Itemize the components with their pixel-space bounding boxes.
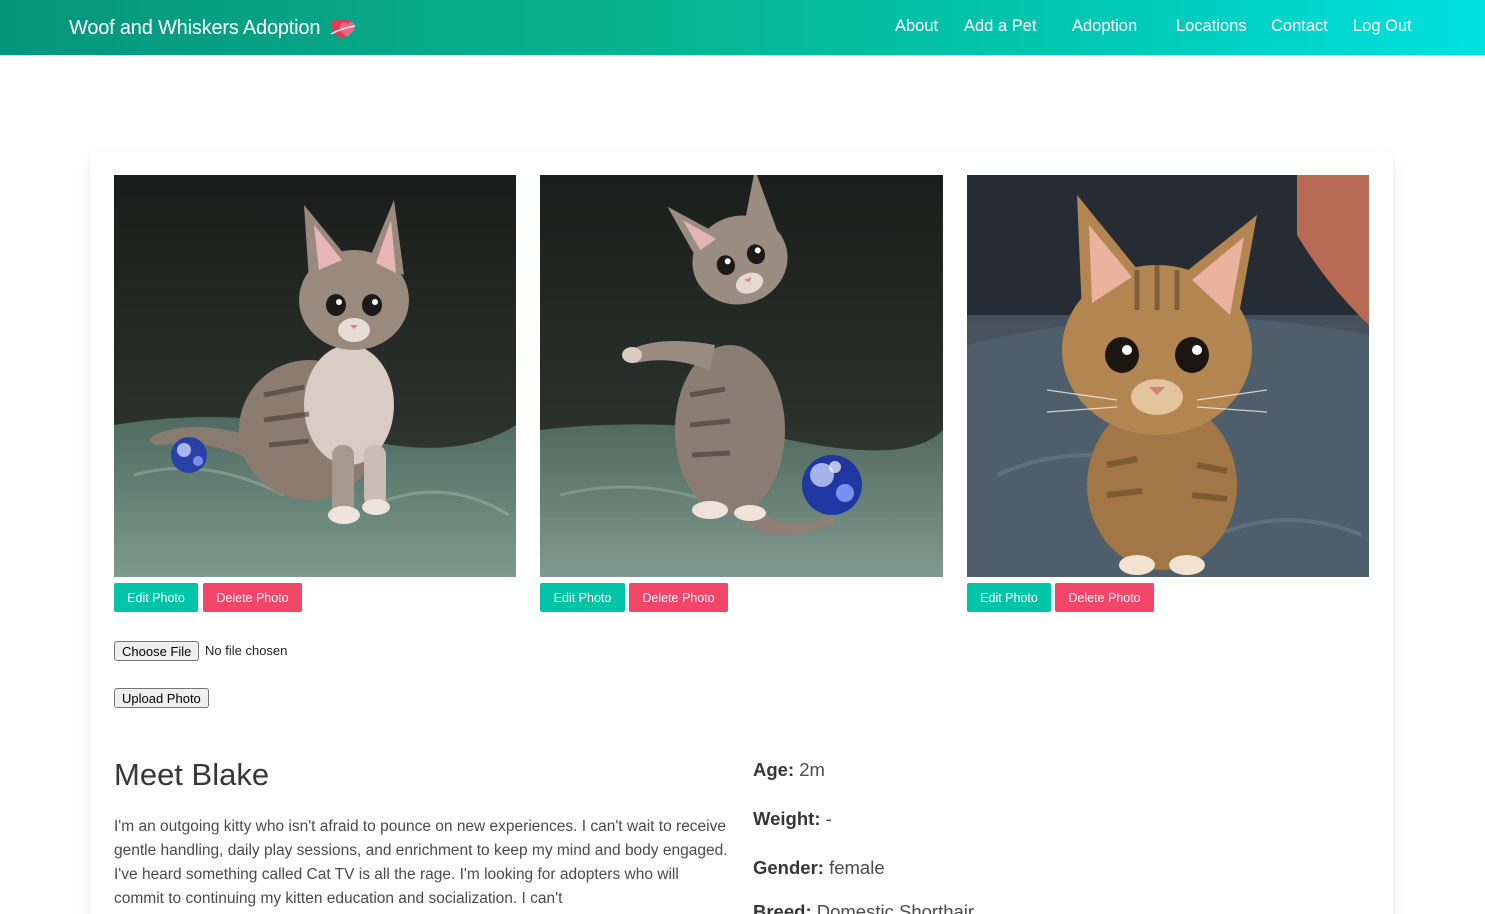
fact-value: Domestic Shorthair [816, 901, 975, 914]
fact-value: - [825, 808, 832, 829]
fact-age: Age: 2m [753, 759, 825, 781]
nav-log-out[interactable]: Log Out [1353, 17, 1412, 36]
nav-add-a-pet[interactable]: Add a Pet [964, 17, 1036, 36]
file-status-text: No file chosen [205, 643, 288, 658]
delete-photo-button[interactable]: Delete Photo [629, 583, 728, 612]
delete-photo-button[interactable]: Delete Photo [1055, 583, 1154, 612]
fact-value: 2m [799, 759, 825, 780]
fact-weight: Weight: - [753, 808, 832, 830]
edit-photo-button[interactable]: Edit Photo [540, 583, 625, 612]
brand-name: Woof and Whiskers Adoption [69, 16, 321, 39]
fact-breed: Breed: Domestic Shorthair [753, 901, 974, 914]
fact-gender: Gender: female [753, 857, 885, 879]
pet-bio: I'm an outgoing kitty who isn't afraid t… [114, 818, 728, 907]
nav-about[interactable]: About [895, 17, 938, 36]
choose-file-button[interactable]: Choose File [114, 641, 200, 661]
delete-photo-button[interactable]: Delete Photo [203, 583, 302, 612]
top-navbar: Woof and Whiskers Adoption About Add a P… [0, 0, 1485, 55]
edit-photo-button[interactable]: Edit Photo [114, 583, 198, 612]
edit-photo-button[interactable]: Edit Photo [967, 583, 1051, 612]
pet-photo-3 [967, 175, 1369, 577]
nav-contact[interactable]: Contact [1271, 17, 1328, 36]
fact-value: female [829, 857, 885, 878]
nav-adoption[interactable]: Adoption [1072, 17, 1137, 36]
heart-icon [328, 14, 358, 42]
nav-locations[interactable]: Locations [1176, 17, 1247, 36]
pet-title: Meet Blake [114, 757, 270, 792]
fact-label: Breed: [753, 901, 812, 914]
fact-label: Age: [753, 759, 795, 780]
pet-photo-1 [114, 175, 516, 577]
pet-photo-2 [540, 175, 943, 577]
fact-label: Weight: [753, 808, 821, 829]
upload-photo-button[interactable]: Upload Photo [114, 688, 209, 708]
fact-label: Gender: [753, 857, 824, 878]
brand-link[interactable]: Woof and Whiskers Adoption [69, 14, 358, 42]
